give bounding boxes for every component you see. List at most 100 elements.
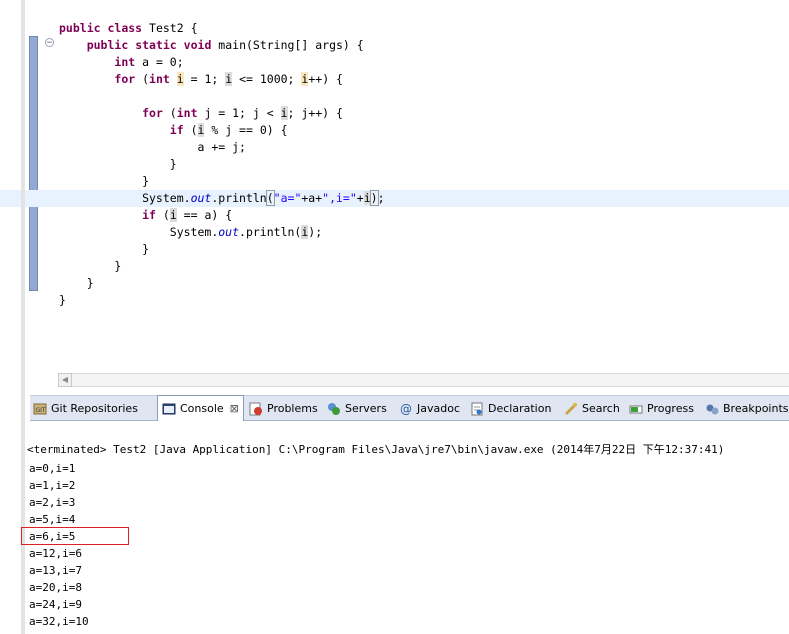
code-token: i bbox=[169, 208, 177, 222]
svg-text:GIT: GIT bbox=[36, 407, 46, 414]
tab-label: Problems bbox=[267, 402, 318, 415]
console-output-line: a=24,i=9 bbox=[29, 598, 82, 611]
clipped-code-fragment bbox=[58, 0, 108, 4]
tab-problems[interactable]: Problems bbox=[249, 396, 318, 421]
code-token: + bbox=[356, 191, 364, 205]
code-token: +a+ bbox=[301, 191, 323, 205]
code-line: public static void main(String[] args) { bbox=[0, 37, 789, 54]
code-token: for bbox=[142, 106, 163, 120]
code-line-text: for (int i = 1; i <= 1000; i++) { bbox=[59, 71, 343, 88]
code-line-text: if (i % j == 0) { bbox=[59, 122, 288, 139]
tab-search[interactable]: Search bbox=[564, 396, 620, 421]
code-token: } bbox=[59, 276, 94, 290]
code-token: ; j++) { bbox=[287, 106, 343, 120]
tab-javadoc[interactable]: @ Javadoc bbox=[399, 396, 460, 421]
code-token: if bbox=[169, 123, 184, 137]
code-token: ( bbox=[265, 190, 275, 206]
tab-label: Git Repositories bbox=[51, 402, 138, 415]
console-output-line: a=20,i=8 bbox=[29, 581, 82, 594]
code-token: .println bbox=[211, 191, 267, 205]
code-token: System. bbox=[59, 191, 191, 205]
code-token: ); bbox=[308, 225, 323, 239]
tab-console[interactable]: Console ⊠ bbox=[157, 395, 244, 421]
code-line: if (i == a) { bbox=[0, 207, 789, 224]
code-line: } bbox=[0, 292, 789, 309]
code-token: ( bbox=[135, 72, 150, 86]
close-icon[interactable]: ⊠ bbox=[230, 402, 239, 415]
code-line-text: System.out.println(i); bbox=[59, 224, 322, 241]
breakpoints-icon bbox=[705, 402, 719, 416]
tab-servers[interactable]: Servers bbox=[327, 396, 387, 421]
code-token: } bbox=[59, 259, 122, 273]
tab-declaration[interactable]: Declaration bbox=[470, 396, 551, 421]
code-line: a += j; bbox=[0, 139, 789, 156]
code-token: class bbox=[107, 21, 143, 35]
servers-icon bbox=[327, 402, 341, 416]
console-output-line: a=0,i=1 bbox=[29, 462, 76, 475]
tab-progress[interactable]: Progress bbox=[629, 396, 694, 421]
code-line: if (i % j == 0) { bbox=[0, 122, 789, 139]
code-editor[interactable]: − public class Test2 { public static voi… bbox=[0, 0, 789, 392]
tab-label: Console bbox=[180, 402, 224, 415]
console-output-line: a=2,i=3 bbox=[29, 496, 76, 509]
tab-git-repositories[interactable]: GIT Git Repositories bbox=[33, 396, 138, 421]
javadoc-at-icon: @ bbox=[400, 401, 412, 416]
code-lines: public class Test2 { public static void … bbox=[0, 20, 789, 309]
code-token: public bbox=[59, 21, 101, 35]
horizontal-scrollbar[interactable] bbox=[72, 373, 789, 387]
code-line-text: int a = 0; bbox=[59, 54, 184, 71]
code-token: a = 0; bbox=[135, 55, 184, 69]
code-token: void bbox=[183, 38, 212, 52]
problems-icon bbox=[249, 402, 263, 416]
tab-label: Progress bbox=[647, 402, 694, 415]
code-token: i bbox=[176, 72, 184, 86]
code-token: == a) { bbox=[176, 208, 233, 222]
code-line-text: if (i == a) { bbox=[59, 207, 232, 224]
code-token: = 1; bbox=[183, 72, 226, 86]
code-line-text: } bbox=[59, 258, 121, 275]
code-line: } bbox=[0, 241, 789, 258]
code-token: main(String[] args) { bbox=[211, 38, 364, 52]
view-tab-bar: GIT Git Repositories Console ⊠ Problems … bbox=[30, 395, 789, 421]
code-token: % j == 0) { bbox=[204, 123, 288, 137]
code-token: static bbox=[135, 38, 177, 52]
console-output-line: a=6,i=5 bbox=[29, 530, 76, 543]
code-line: } bbox=[0, 156, 789, 173]
code-token: if bbox=[142, 208, 156, 222]
code-token: out bbox=[190, 191, 212, 205]
code-token: Test2 { bbox=[142, 21, 198, 35]
code-line: System.out.println("a="+a+",i="+i); bbox=[0, 190, 789, 207]
code-token: i bbox=[363, 191, 371, 205]
git-icon: GIT bbox=[33, 402, 47, 416]
code-token: ++) { bbox=[308, 72, 343, 86]
code-token: <= 1000; bbox=[232, 72, 302, 86]
code-line-text: a += j; bbox=[59, 139, 246, 156]
tab-label: Declaration bbox=[488, 402, 552, 415]
code-token: ( bbox=[162, 106, 177, 120]
search-icon bbox=[564, 402, 578, 416]
code-line: } bbox=[0, 275, 789, 292]
code-token: for bbox=[114, 72, 136, 86]
tab-label: Javadoc bbox=[417, 402, 460, 415]
code-line: System.out.println(i); bbox=[0, 224, 789, 241]
code-token: a += j; bbox=[59, 140, 246, 154]
code-line-text: for (int j = 1; j < i; j++) { bbox=[59, 105, 343, 122]
console-output[interactable]: <terminated> Test2 [Java Application] C:… bbox=[25, 440, 789, 634]
code-line-text: } bbox=[59, 275, 94, 292]
code-token: } bbox=[59, 242, 150, 256]
code-line: } bbox=[0, 173, 789, 190]
console-output-line: a=12,i=6 bbox=[29, 547, 82, 560]
code-line-text: } bbox=[59, 173, 149, 190]
code-line-text: } bbox=[59, 156, 177, 173]
tab-label: Breakpoints bbox=[723, 402, 789, 415]
code-line-text: } bbox=[59, 241, 149, 258]
scroll-left-arrow-icon[interactable]: ◀ bbox=[58, 373, 72, 387]
progress-icon bbox=[629, 402, 643, 416]
console-output-line: a=1,i=2 bbox=[29, 479, 76, 492]
tab-breakpoints[interactable]: Breakpoints bbox=[705, 396, 789, 421]
